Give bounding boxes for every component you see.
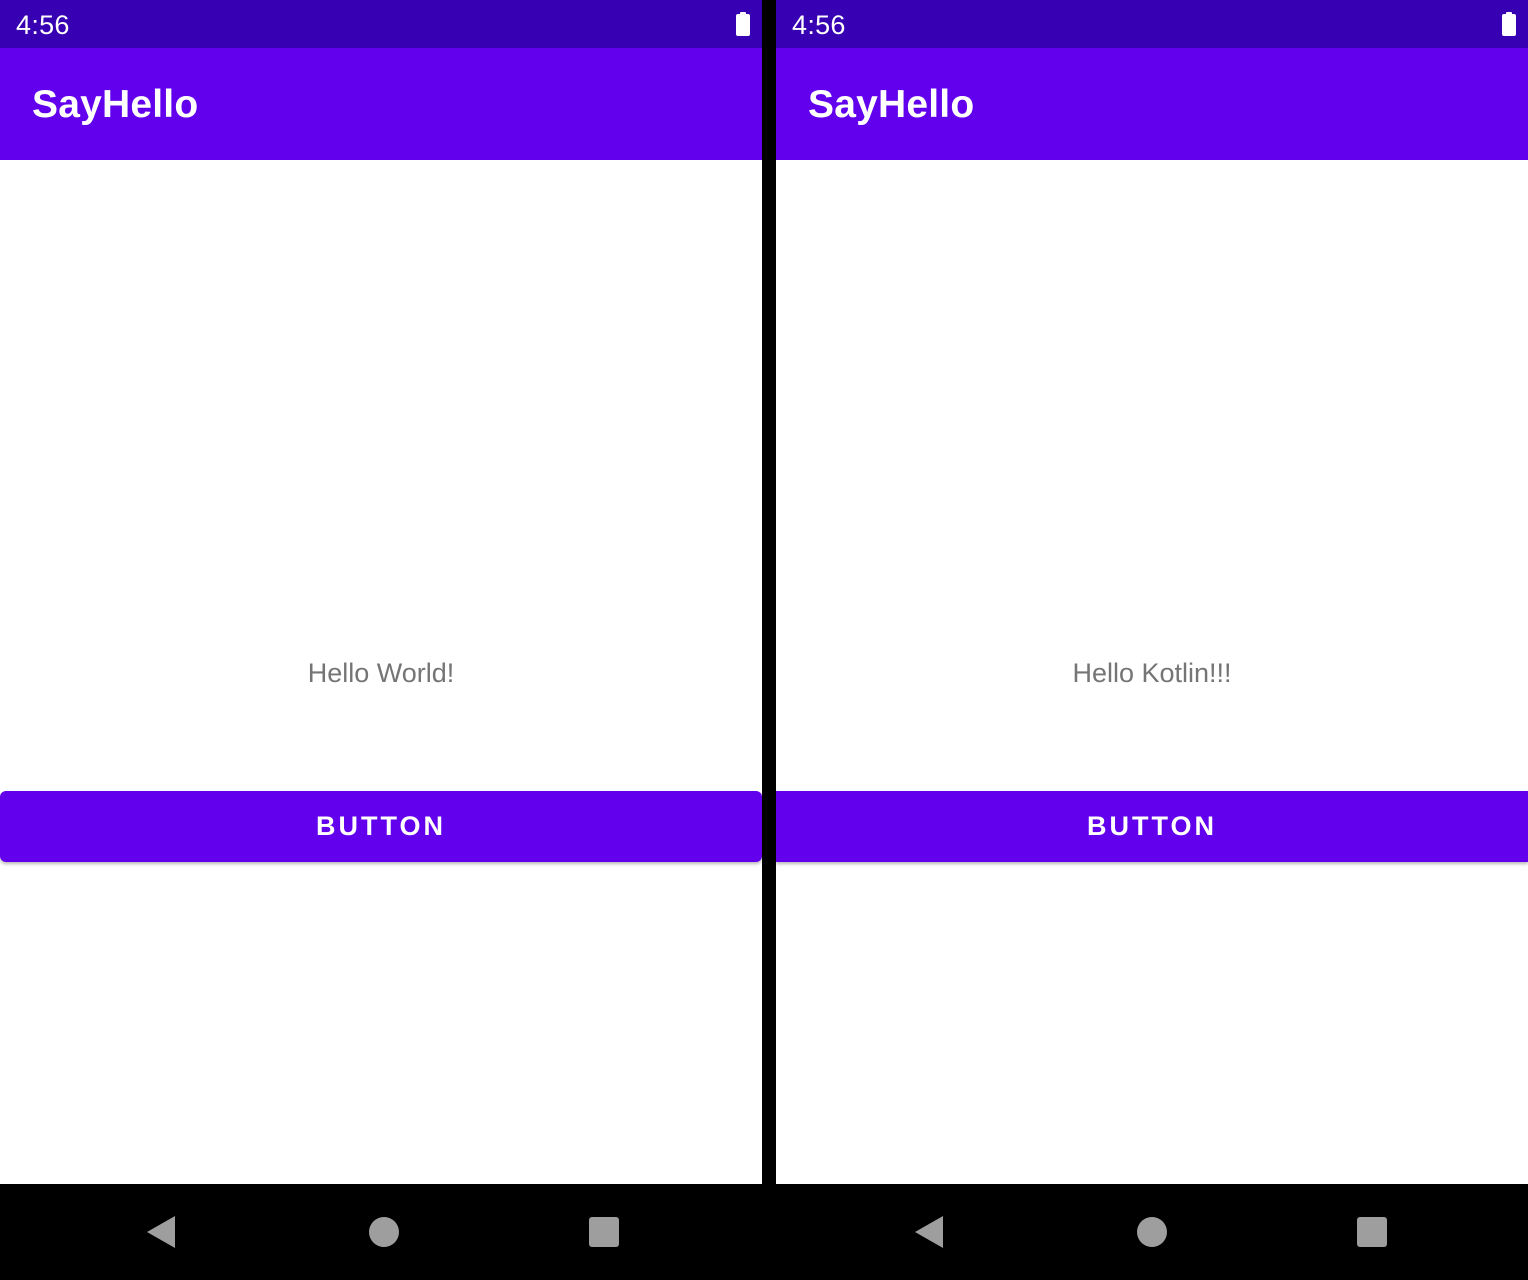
main-content: Hello World! BUTTON — [0, 160, 762, 1184]
recents-icon[interactable] — [1357, 1217, 1387, 1247]
home-icon[interactable] — [1137, 1217, 1167, 1247]
navigation-bar — [776, 1184, 1528, 1280]
back-icon[interactable] — [915, 1216, 943, 1248]
status-bar: 4:56 — [0, 0, 762, 48]
app-bar: SayHello — [0, 48, 762, 160]
status-time: 4:56 — [792, 10, 846, 40]
recents-icon[interactable] — [589, 1217, 619, 1247]
say-hello-button[interactable]: BUTTON — [776, 791, 1528, 862]
app-title: SayHello — [808, 83, 975, 126]
phone-screen-right: 4:56 SayHello Hello Kotlin!!! BUTTON — [776, 0, 1528, 1280]
battery-full-icon — [734, 12, 752, 36]
hello-message: Hello World! — [307, 658, 455, 688]
phone-screen-left: 4:56 SayHello Hello World! BUTTON — [0, 0, 762, 1280]
back-icon[interactable] — [147, 1216, 175, 1248]
app-bar: SayHello — [776, 48, 1528, 160]
battery-full-icon — [1500, 12, 1518, 36]
status-time: 4:56 — [16, 10, 70, 40]
status-bar: 4:56 — [776, 0, 1528, 48]
navigation-bar — [0, 1184, 762, 1280]
home-icon[interactable] — [369, 1217, 399, 1247]
say-hello-button[interactable]: BUTTON — [0, 791, 762, 862]
hello-message: Hello Kotlin!!! — [1072, 658, 1232, 688]
app-title: SayHello — [32, 83, 199, 126]
main-content: Hello Kotlin!!! BUTTON — [776, 160, 1528, 1184]
